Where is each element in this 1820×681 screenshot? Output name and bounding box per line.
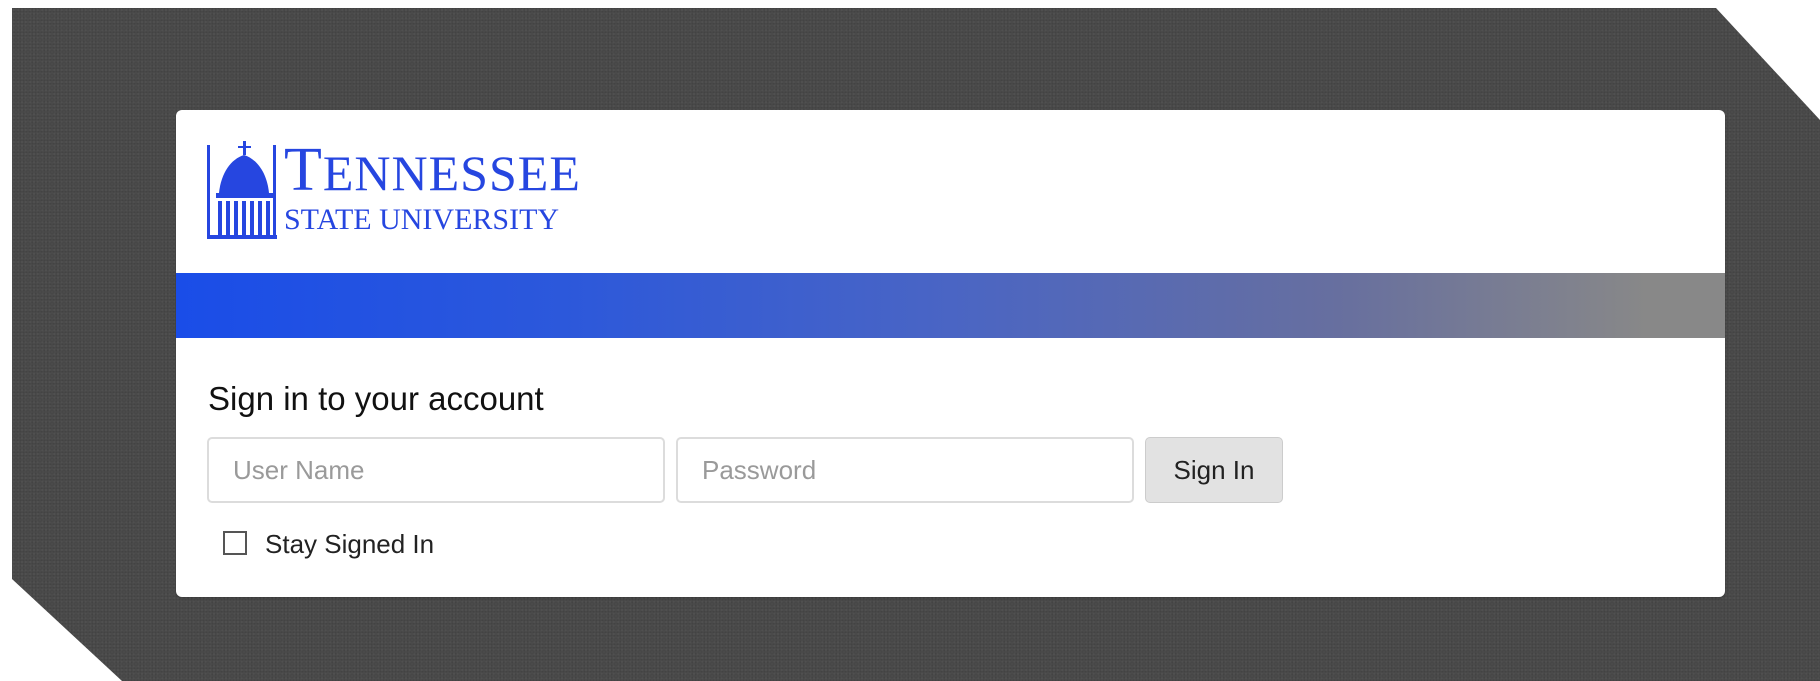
screenshot-frame: Tennessee State University Sign in to yo… [12, 8, 1820, 681]
stay-signed-in-label: Stay Signed In [265, 529, 435, 559]
username-input[interactable] [207, 437, 665, 503]
gradient-banner [176, 273, 1725, 338]
university-building-icon [207, 141, 277, 239]
university-logo: Tennessee State University [207, 141, 607, 246]
login-card: Tennessee State University Sign in to yo… [176, 110, 1725, 597]
logo-wordmark-line1: Tennessee [284, 136, 581, 204]
logo-wordmark-line2: State University [284, 203, 560, 236]
stay-signed-in-checkbox[interactable] [223, 531, 247, 555]
password-input[interactable] [676, 437, 1134, 503]
sign-in-button[interactable]: Sign In [1145, 437, 1283, 503]
sign-in-heading: Sign in to your account [208, 380, 544, 417]
